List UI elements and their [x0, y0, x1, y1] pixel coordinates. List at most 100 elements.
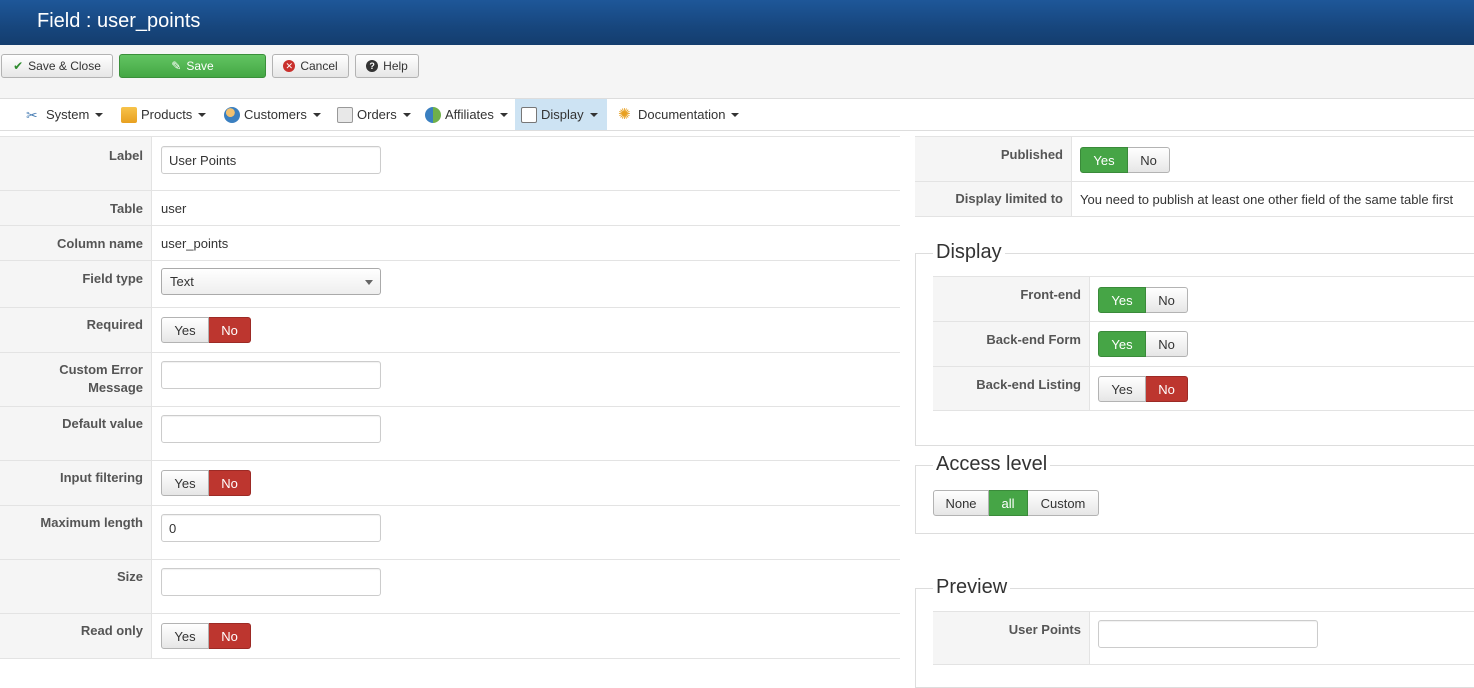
required-no-button[interactable]: No: [209, 317, 251, 343]
backend-form-toggle: Yes No: [1098, 331, 1188, 357]
check-icon: ✔: [13, 59, 24, 73]
field-type-value: Text: [170, 274, 194, 289]
backend-listing-row: Back-end Listing Yes No: [933, 367, 1474, 411]
lifebuoy-icon: ✺: [618, 105, 631, 123]
cancel-label: Cancel: [300, 59, 338, 73]
save-close-button[interactable]: ✔ Save & Close: [1, 54, 113, 78]
cancel-button[interactable]: ✕ Cancel: [272, 54, 349, 78]
save-label: Save: [186, 59, 214, 73]
frontend-yes-button[interactable]: Yes: [1098, 287, 1146, 313]
preview-legend: Preview: [933, 576, 1011, 599]
field-type-select[interactable]: Text: [161, 268, 381, 295]
custom-error-label-line2: Message: [88, 380, 143, 395]
read-only-toggle: Yes No: [161, 623, 251, 649]
label-input[interactable]: User Points: [161, 146, 381, 174]
size-label: Size: [0, 560, 152, 613]
access-level-legend: Access level: [933, 453, 1051, 476]
menu-affiliates[interactable]: Affiliates: [419, 99, 514, 130]
save-close-label: Save & Close: [28, 59, 101, 73]
required-yes-button[interactable]: Yes: [161, 317, 209, 343]
caret-down-icon: [589, 112, 598, 117]
published-yes-button[interactable]: Yes: [1080, 147, 1128, 173]
published-row: Published Yes No: [915, 136, 1474, 182]
frontend-row: Front-end Yes No: [933, 276, 1474, 322]
help-label: Help: [383, 59, 408, 73]
menu-customers-label: Customers: [244, 107, 307, 122]
custom-error-label-line1: Custom Error: [59, 362, 143, 377]
backend-listing-yes-button[interactable]: Yes: [1098, 376, 1146, 402]
chevron-down-icon: [365, 280, 373, 285]
access-custom-button[interactable]: Custom: [1028, 490, 1099, 516]
display-limited-value: You need to publish at least one other f…: [1080, 192, 1454, 207]
published-toggle: Yes No: [1080, 147, 1170, 173]
menu-orders-label: Orders: [357, 107, 397, 122]
caret-down-icon: [402, 112, 411, 117]
help-button[interactable]: ? Help: [355, 54, 419, 78]
size-row: Size: [0, 560, 900, 614]
backend-form-yes-button[interactable]: Yes: [1098, 331, 1146, 357]
frontend-toggle: Yes No: [1098, 287, 1188, 313]
default-value-label: Default value: [0, 407, 152, 460]
published-label: Published: [915, 137, 1072, 181]
size-input[interactable]: [161, 568, 381, 596]
required-row: Required Yes No: [0, 308, 900, 353]
input-filtering-label: Input filtering: [0, 461, 152, 505]
custom-error-input[interactable]: [161, 361, 381, 389]
access-none-button[interactable]: None: [933, 490, 989, 516]
menu-documentation-label: Documentation: [638, 107, 726, 122]
backend-form-row: Back-end Form Yes No: [933, 322, 1474, 367]
cancel-icon: ✕: [283, 60, 296, 72]
input-filtering-toggle: Yes No: [161, 470, 251, 496]
menu-customers[interactable]: Customers: [218, 99, 327, 130]
custom-error-label: Custom Error Message: [0, 353, 152, 406]
backend-listing-no-button[interactable]: No: [1146, 376, 1188, 402]
caret-down-icon: [95, 112, 104, 117]
input-filtering-yes-button[interactable]: Yes: [161, 470, 209, 496]
tools-icon: ✂: [26, 106, 38, 123]
input-filtering-no-button[interactable]: No: [209, 470, 251, 496]
caret-down-icon: [312, 112, 321, 117]
save-button[interactable]: ✎ Save: [119, 54, 266, 78]
menu-products[interactable]: Products: [115, 99, 212, 130]
caret-down-icon: [499, 112, 508, 117]
menu-display-label: Display: [541, 107, 584, 122]
affiliates-icon: [425, 106, 441, 123]
input-filtering-row: Input filtering Yes No: [0, 461, 900, 506]
preview-row: User Points: [933, 611, 1474, 665]
default-value-row: Default value: [0, 407, 900, 461]
access-all-button[interactable]: all: [989, 490, 1028, 516]
display-limited-label: Display limited to: [915, 182, 1072, 216]
caret-down-icon: [198, 112, 207, 117]
preview-user-points-input[interactable]: [1098, 620, 1318, 648]
backend-listing-toggle: Yes No: [1098, 376, 1188, 402]
menu-system-label: System: [46, 107, 90, 122]
frontend-label: Front-end: [933, 277, 1090, 321]
preview-field-label: User Points: [933, 612, 1090, 664]
read-only-yes-button[interactable]: Yes: [161, 623, 209, 649]
menu-documentation[interactable]: ✺ Documentation: [612, 99, 745, 130]
column-name-row: Column name user_points: [0, 226, 900, 261]
read-only-no-button[interactable]: No: [209, 623, 251, 649]
menu-display[interactable]: Display: [515, 99, 607, 130]
field-type-label: Field type: [0, 261, 152, 307]
menu-orders[interactable]: Orders: [331, 99, 417, 130]
read-only-row: Read only Yes No: [0, 614, 900, 659]
display-limited-row: Display limited to You need to publish a…: [915, 182, 1474, 217]
edit-icon: ✎: [171, 59, 182, 73]
table-row: Table user: [0, 191, 900, 226]
help-icon: ?: [366, 60, 379, 72]
menu-system[interactable]: ✂ System: [20, 99, 109, 130]
page-header: Field : user_points: [0, 0, 1474, 45]
default-value-input[interactable]: [161, 415, 381, 443]
products-icon: [121, 106, 137, 123]
menu-products-label: Products: [141, 107, 193, 122]
max-length-input[interactable]: 0: [161, 514, 381, 542]
published-no-button[interactable]: No: [1128, 147, 1170, 173]
column-name-value: user_points: [161, 236, 229, 251]
display-legend: Display: [933, 241, 1005, 264]
table-value: user: [161, 201, 187, 216]
backend-form-label: Back-end Form: [933, 322, 1090, 366]
max-length-label: Maximum length: [0, 506, 152, 559]
frontend-no-button[interactable]: No: [1146, 287, 1188, 313]
backend-form-no-button[interactable]: No: [1146, 331, 1188, 357]
